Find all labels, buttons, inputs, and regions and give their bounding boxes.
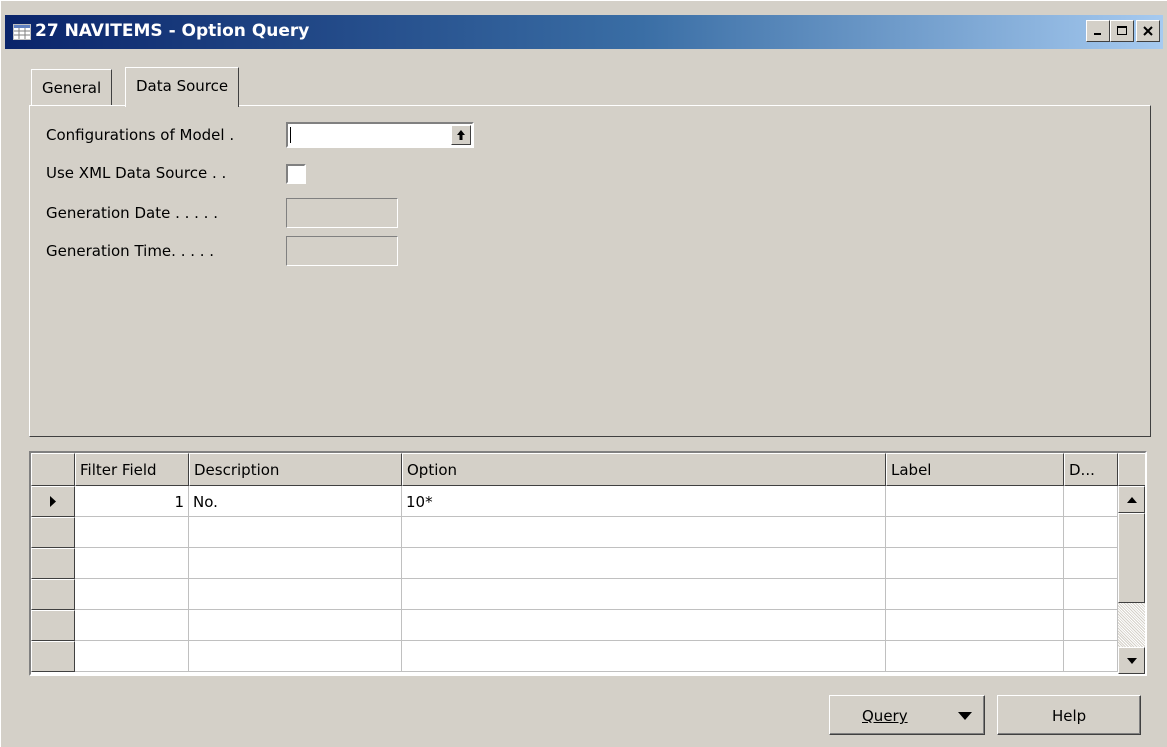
use-xml-label: Use XML Data Source . .: [46, 164, 227, 182]
row-selector[interactable]: [31, 517, 75, 548]
cell-label[interactable]: [886, 548, 1064, 579]
cell-option[interactable]: [402, 579, 886, 610]
cell-description[interactable]: [189, 548, 402, 579]
tab-general[interactable]: General: [31, 69, 113, 105]
minimize-button[interactable]: [1086, 20, 1110, 42]
cell-label[interactable]: [886, 641, 1064, 672]
cell-description[interactable]: [189, 517, 402, 548]
arrow-up-icon: [1126, 496, 1137, 503]
table-row[interactable]: [31, 641, 1118, 672]
minimize-icon: [1094, 33, 1101, 35]
configurations-combo[interactable]: [286, 122, 474, 148]
tab-data-source[interactable]: Data Source: [125, 67, 240, 107]
arrow-up-icon: [457, 130, 465, 140]
close-icon: [1143, 26, 1153, 36]
table-row[interactable]: 1 No. 10*: [31, 486, 1118, 517]
close-button[interactable]: [1136, 20, 1160, 42]
configurations-label: Configurations of Model .: [46, 126, 235, 144]
row-selector[interactable]: [31, 548, 75, 579]
row-selector[interactable]: [31, 486, 75, 517]
cell-description[interactable]: No.: [189, 486, 402, 517]
cell-d[interactable]: [1064, 579, 1118, 610]
scrollbar-thumb[interactable]: [1118, 513, 1145, 603]
tab-general-label: General: [42, 79, 102, 97]
grid-header: Filter Field Description Option Label D.…: [31, 453, 1145, 486]
generation-date-label: Generation Date . . . . .: [46, 204, 218, 222]
cell-description[interactable]: [189, 579, 402, 610]
cell-d[interactable]: [1064, 486, 1118, 517]
cell-description[interactable]: [189, 610, 402, 641]
maximize-icon: [1117, 26, 1127, 35]
generation-time-field: [286, 236, 398, 266]
column-header-description[interactable]: Description: [189, 453, 402, 486]
vertical-scrollbar[interactable]: [1118, 486, 1145, 674]
cell-d[interactable]: [1064, 610, 1118, 641]
cell-d[interactable]: [1064, 517, 1118, 548]
cell-d[interactable]: [1064, 641, 1118, 672]
tab-data-source-label: Data Source: [136, 77, 229, 95]
column-header-d[interactable]: D...: [1064, 453, 1118, 486]
configurations-lookup-button[interactable]: [451, 125, 471, 145]
row-selector[interactable]: [31, 610, 75, 641]
cell-description[interactable]: [189, 641, 402, 672]
cell-label[interactable]: [886, 579, 1064, 610]
cell-filter-field[interactable]: [75, 579, 189, 610]
scroll-up-button[interactable]: [1118, 486, 1145, 513]
maximize-button[interactable]: [1110, 20, 1134, 42]
title-bar[interactable]: 27 NAVITEMS - Option Query: [5, 15, 1163, 49]
cell-filter-field[interactable]: [75, 610, 189, 641]
help-button-label: Help: [1052, 707, 1087, 725]
table-icon: [13, 24, 31, 40]
cell-label[interactable]: [886, 610, 1064, 641]
filter-grid[interactable]: Filter Field Description Option Label D.…: [29, 451, 1147, 676]
column-header-filter-field[interactable]: Filter Field: [75, 453, 189, 486]
grid-corner: [31, 453, 75, 486]
scroll-down-button[interactable]: [1118, 647, 1145, 674]
cell-label[interactable]: [886, 517, 1064, 548]
use-xml-checkbox[interactable]: [286, 164, 306, 184]
cell-filter-field[interactable]: 1: [75, 486, 189, 517]
row-selector[interactable]: [31, 579, 75, 610]
cell-option[interactable]: 10*: [402, 486, 886, 517]
data-source-panel: Configurations of Model . Use XML Data S…: [29, 105, 1151, 437]
generation-date-field: [286, 198, 398, 228]
table-row[interactable]: [31, 579, 1118, 610]
column-header-option[interactable]: Option: [402, 453, 886, 486]
generation-time-label: Generation Time. . . . .: [46, 242, 215, 260]
cell-option[interactable]: [402, 548, 886, 579]
table-row[interactable]: [31, 610, 1118, 641]
column-header-label[interactable]: Label: [886, 453, 1064, 486]
query-button[interactable]: Query: [829, 695, 985, 735]
help-button[interactable]: Help: [997, 695, 1141, 735]
arrow-down-icon: [1126, 657, 1137, 664]
query-button-label: Query: [862, 707, 908, 725]
table-row[interactable]: [31, 548, 1118, 579]
cell-filter-field[interactable]: [75, 548, 189, 579]
window-title: 27 NAVITEMS - Option Query: [35, 21, 310, 41]
table-row[interactable]: [31, 517, 1118, 548]
cell-filter-field[interactable]: [75, 517, 189, 548]
cell-filter-field[interactable]: [75, 641, 189, 672]
cell-option[interactable]: [402, 517, 886, 548]
option-query-window: 27 NAVITEMS - Option Query General Data …: [0, 0, 1167, 747]
row-selector[interactable]: [31, 641, 75, 672]
chevron-down-icon: [958, 712, 972, 720]
current-row-icon: [50, 496, 56, 507]
cell-option[interactable]: [402, 610, 886, 641]
grid-header-corner: [1118, 453, 1145, 486]
cell-option[interactable]: [402, 641, 886, 672]
cell-label[interactable]: [886, 486, 1064, 517]
cell-d[interactable]: [1064, 548, 1118, 579]
text-caret: [290, 127, 291, 143]
